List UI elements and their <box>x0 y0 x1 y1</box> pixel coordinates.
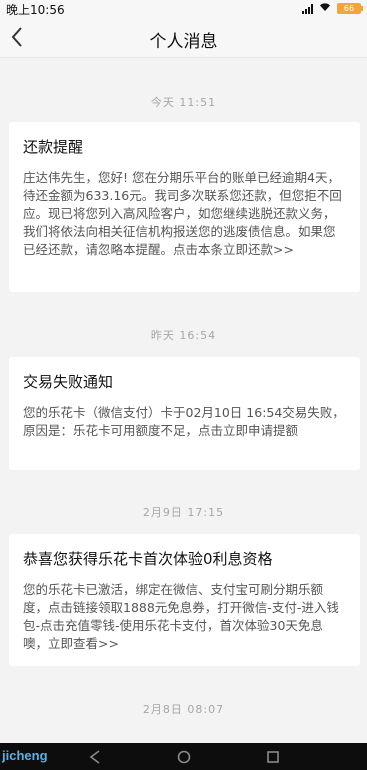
wifi-icon <box>319 2 331 15</box>
message-body: 您的乐花卡（微信支付）卡于02月10日 16:54交易失败，原因是：乐花卡可用额… <box>23 405 345 438</box>
message-title: 交易失败通知 <box>23 373 114 391</box>
nav-recent-icon[interactable] <box>266 749 280 768</box>
nav-back-icon[interactable] <box>88 749 102 768</box>
message-timestamp: 昨天 16:54 <box>150 329 217 342</box>
message-timestamp: 2月9日 17:15 <box>142 506 225 519</box>
title-bar: 个人消息 <box>0 18 367 58</box>
status-time: 晚上10:56 <box>6 3 65 17</box>
message-title: 恭喜您获得乐花卡首次体验0利息资格 <box>23 550 273 568</box>
message-card-zero-interest[interactable]: 恭喜您获得乐花卡首次体验0利息资格 您的乐花卡已激活，绑定在微信、支付宝可刷分期… <box>9 534 360 666</box>
system-navigation-bar <box>0 743 367 770</box>
signal-icon <box>302 3 313 14</box>
nav-home-icon[interactable] <box>177 749 191 768</box>
message-body: 庄达伟先生，您好! 您在分期乐平台的账单已经逾期4天，待还金额为633.16元。… <box>23 170 342 257</box>
message-timestamp: 2月8日 08:07 <box>142 703 225 716</box>
message-title: 还款提醒 <box>23 138 84 156</box>
battery-icon: 66 <box>337 3 363 14</box>
watermark-logo: jicheng <box>2 748 48 763</box>
message-timestamp: 今天 11:51 <box>150 96 217 109</box>
status-bar: 晚上10:56 66 <box>0 0 367 18</box>
status-icons: 66 <box>302 2 363 15</box>
page-title: 个人消息 <box>149 32 218 52</box>
message-body: 您的乐花卡已激活，绑定在微信、支付宝可刷分期乐额度，点击链接领取1888元免息券… <box>23 582 339 651</box>
message-card-repayment-reminder[interactable]: 还款提醒 庄达伟先生，您好! 您在分期乐平台的账单已经逾期4天，待还金额为633… <box>9 122 360 292</box>
message-card-transaction-failed[interactable]: 交易失败通知 您的乐花卡（微信支付）卡于02月10日 16:54交易失败，原因是… <box>9 357 360 470</box>
